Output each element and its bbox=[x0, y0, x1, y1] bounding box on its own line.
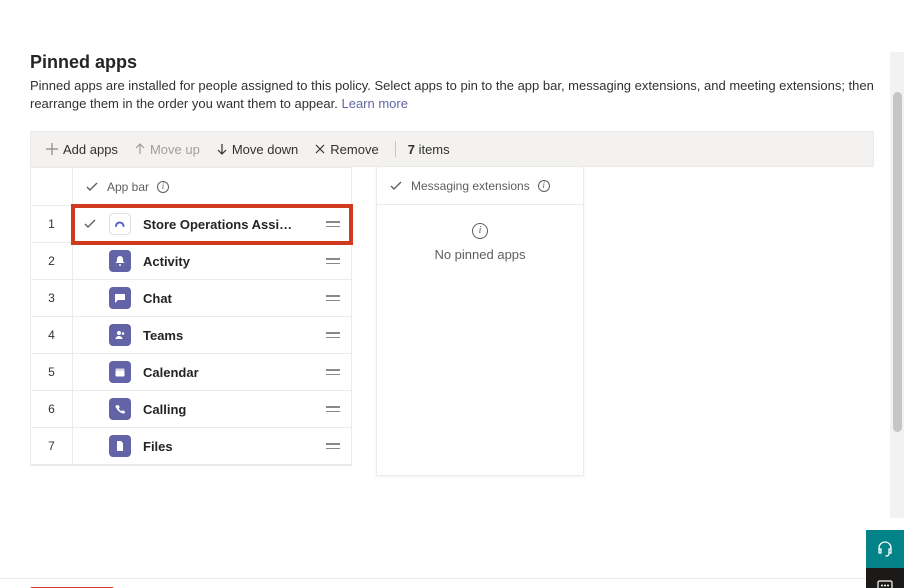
empty-state-text: No pinned apps bbox=[434, 247, 525, 262]
checkmark-icon bbox=[83, 217, 97, 231]
app-label: Files bbox=[143, 439, 173, 454]
add-apps-button[interactable]: Add apps bbox=[37, 138, 126, 161]
drag-handle-icon[interactable] bbox=[325, 295, 341, 301]
section-desc-text: Pinned apps are installed for people ass… bbox=[30, 78, 874, 111]
scrollbar-thumb[interactable] bbox=[893, 92, 902, 432]
drag-handle-icon[interactable] bbox=[325, 332, 341, 338]
appbar-list: App bar i Store Operations Assist T… bbox=[72, 167, 352, 466]
checkmark-icon bbox=[389, 179, 403, 193]
help-rail bbox=[866, 530, 904, 588]
toolbar-separator bbox=[395, 141, 396, 157]
drag-handle-icon[interactable] bbox=[325, 369, 341, 375]
drag-handle-icon[interactable] bbox=[325, 221, 341, 227]
teams-icon bbox=[109, 324, 131, 346]
list-item[interactable]: Chat bbox=[73, 280, 351, 317]
list-item[interactable]: Files bbox=[73, 428, 351, 465]
files-icon bbox=[109, 435, 131, 457]
move-down-label: Move down bbox=[232, 142, 298, 157]
app-label: Teams bbox=[143, 328, 183, 343]
toolbar: Add apps Move up Move down Remove 7 item… bbox=[30, 131, 874, 167]
item-count-label: items bbox=[419, 142, 450, 157]
row-index: 6 bbox=[31, 391, 72, 428]
app-label: Store Operations Assist T… bbox=[143, 217, 293, 232]
item-count: 7 items bbox=[404, 142, 450, 157]
empty-state: i No pinned apps bbox=[377, 205, 583, 290]
plus-icon bbox=[45, 142, 59, 156]
messaging-header-label: Messaging extensions bbox=[411, 179, 530, 193]
remove-label: Remove bbox=[330, 142, 378, 157]
row-index: 3 bbox=[31, 280, 72, 317]
list-item[interactable]: Activity bbox=[73, 243, 351, 280]
activity-icon bbox=[109, 250, 131, 272]
add-apps-label: Add apps bbox=[63, 142, 118, 157]
feedback-button[interactable] bbox=[866, 568, 904, 588]
app-label: Calling bbox=[143, 402, 186, 417]
scrollbar-track[interactable] bbox=[890, 52, 904, 518]
support-button[interactable] bbox=[866, 530, 904, 568]
index-column: 1 2 3 4 5 6 7 bbox=[30, 167, 72, 466]
learn-more-link[interactable]: Learn more bbox=[341, 96, 407, 111]
arrow-down-icon bbox=[216, 143, 228, 155]
chat-icon bbox=[109, 287, 131, 309]
feedback-icon bbox=[876, 578, 894, 588]
remove-button[interactable]: Remove bbox=[306, 138, 386, 161]
remove-icon bbox=[314, 143, 326, 155]
list-item[interactable]: Calendar bbox=[73, 354, 351, 391]
info-icon: i bbox=[472, 223, 488, 239]
move-down-button[interactable]: Move down bbox=[208, 138, 306, 161]
checkmark-icon bbox=[85, 180, 99, 194]
calendar-icon bbox=[109, 361, 131, 383]
messaging-extensions-list: Messaging extensions i i No pinned apps bbox=[376, 167, 584, 476]
app-label: Calendar bbox=[143, 365, 199, 380]
move-up-button[interactable]: Move up bbox=[126, 138, 208, 161]
appbar-header[interactable]: App bar i bbox=[73, 168, 351, 206]
item-count-number: 7 bbox=[408, 142, 415, 157]
info-icon[interactable]: i bbox=[538, 180, 550, 192]
bottom-bar: Save Cancel bbox=[0, 578, 904, 588]
list-item[interactable]: Calling bbox=[73, 391, 351, 428]
move-up-label: Move up bbox=[150, 142, 200, 157]
section-description: Pinned apps are installed for people ass… bbox=[30, 77, 874, 113]
row-index: 7 bbox=[31, 428, 72, 465]
messaging-header[interactable]: Messaging extensions i bbox=[377, 167, 583, 205]
calling-icon bbox=[109, 398, 131, 420]
app-label: Chat bbox=[143, 291, 172, 306]
appbar-header-label: App bar bbox=[107, 180, 149, 194]
store-ops-icon bbox=[109, 213, 131, 235]
list-item[interactable]: Store Operations Assist T… bbox=[73, 206, 351, 243]
headset-icon bbox=[876, 540, 894, 558]
drag-handle-icon[interactable] bbox=[325, 406, 341, 412]
row-index: 5 bbox=[31, 354, 72, 391]
drag-handle-icon[interactable] bbox=[325, 258, 341, 264]
section-title: Pinned apps bbox=[30, 52, 874, 73]
info-icon[interactable]: i bbox=[157, 181, 169, 193]
row-index: 4 bbox=[31, 317, 72, 354]
drag-handle-icon[interactable] bbox=[325, 443, 341, 449]
arrow-up-icon bbox=[134, 143, 146, 155]
row-index: 1 bbox=[31, 206, 72, 243]
list-item[interactable]: Teams bbox=[73, 317, 351, 354]
app-label: Activity bbox=[143, 254, 190, 269]
row-index: 2 bbox=[31, 243, 72, 280]
